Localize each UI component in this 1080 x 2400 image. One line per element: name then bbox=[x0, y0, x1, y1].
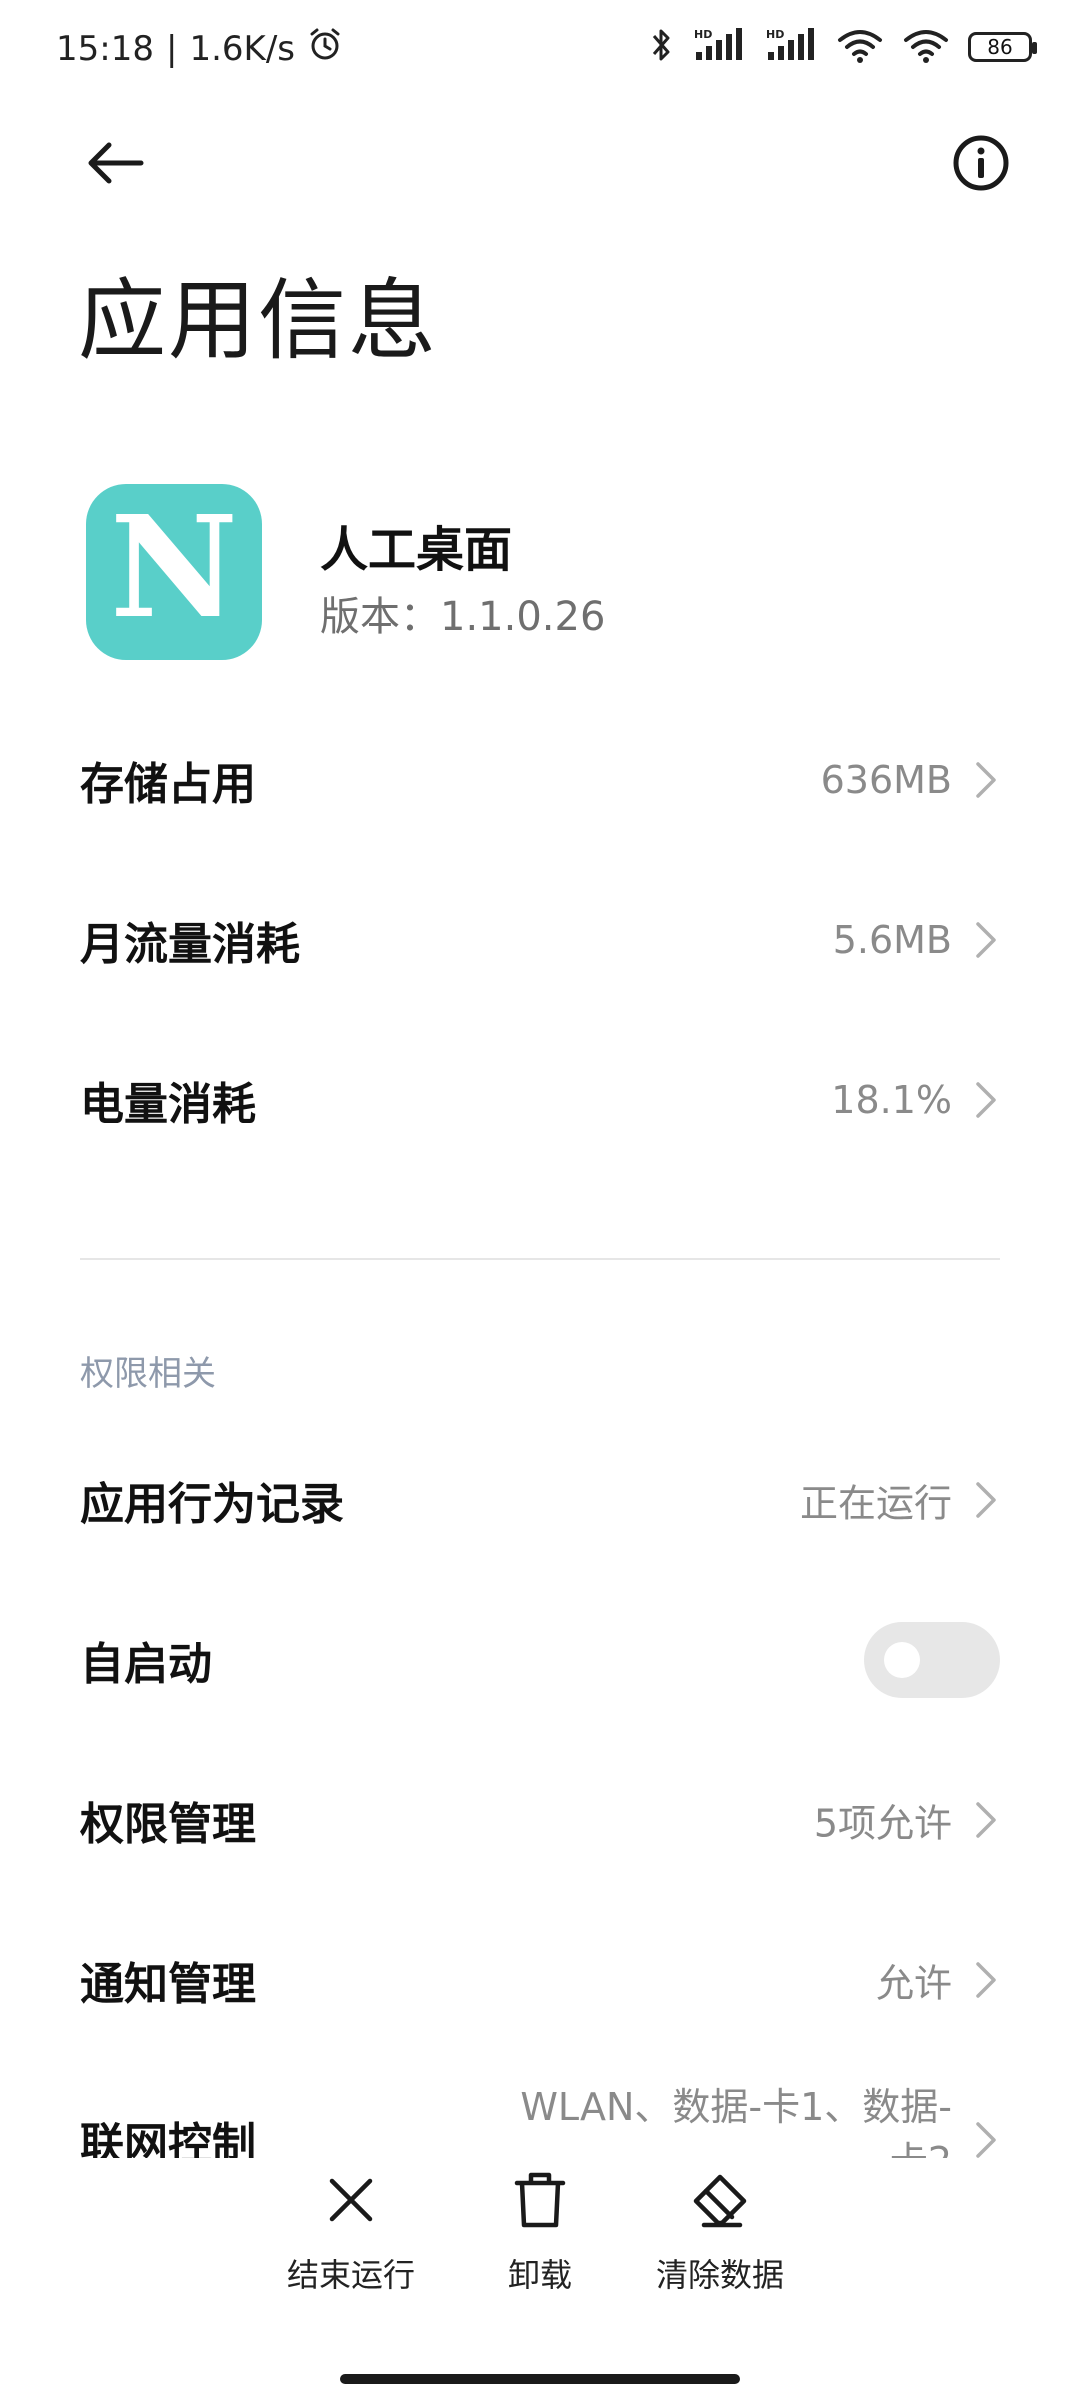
status-right: HD HD 86 bbox=[650, 26, 1037, 68]
battery-icon: 86 bbox=[968, 32, 1037, 62]
row-label: 权限管理 bbox=[80, 1799, 256, 1850]
clear-data-button[interactable]: 清除数据 bbox=[620, 2168, 820, 2308]
row-value: 18.1% bbox=[831, 1078, 952, 1122]
app-name: 人工桌面 bbox=[320, 522, 513, 578]
toggle-knob bbox=[884, 1642, 920, 1678]
back-button[interactable] bbox=[70, 120, 160, 210]
signal-hd-icon: HD bbox=[764, 26, 818, 68]
chevron-right-icon bbox=[976, 922, 996, 958]
info-button[interactable] bbox=[936, 120, 1026, 210]
topbar bbox=[0, 110, 1080, 210]
wifi-icon bbox=[902, 26, 950, 68]
uninstall-button[interactable]: 卸载 bbox=[440, 2168, 640, 2308]
status-left: 15:18 | 1.6K/s bbox=[56, 26, 343, 71]
eraser-icon bbox=[688, 2168, 752, 2232]
chevron-right-icon bbox=[976, 1082, 996, 1118]
row-value: 5项允许 bbox=[813, 1801, 952, 1846]
chevron-right-icon bbox=[976, 2122, 996, 2158]
action-label: 卸载 bbox=[507, 2256, 572, 2294]
app-version: 版本：1.1.0.26 bbox=[320, 594, 606, 640]
row-label: 电量消耗 bbox=[80, 1079, 256, 1130]
app-behavior-row[interactable]: 应用行为记录 正在运行 bbox=[80, 1440, 1000, 1560]
home-indicator[interactable] bbox=[340, 2374, 740, 2384]
data-usage-row[interactable]: 月流量消耗 5.6MB bbox=[80, 880, 1000, 1000]
svg-text:HD: HD bbox=[766, 28, 784, 41]
chevron-right-icon bbox=[976, 762, 996, 798]
row-value: WLAN、数据-卡1、数据-卡2 bbox=[520, 2085, 952, 2158]
bluetooth-icon bbox=[650, 26, 674, 68]
status-time: 15:18 bbox=[56, 28, 154, 69]
force-stop-button[interactable]: 结束运行 bbox=[251, 2168, 451, 2308]
row-value: 正在运行 bbox=[799, 1481, 952, 1526]
row-value: 允许 bbox=[875, 1961, 952, 2006]
signal-hd-icon: HD bbox=[692, 26, 746, 68]
row-label: 通知管理 bbox=[80, 1959, 256, 2010]
action-label: 结束运行 bbox=[286, 2256, 415, 2294]
row-label: 应用行为记录 bbox=[80, 1479, 344, 1530]
notification-management-row[interactable]: 通知管理 允许 bbox=[80, 1920, 1000, 2040]
status-bar: 15:18 | 1.6K/s HD HD 86 bbox=[0, 0, 1080, 100]
chevron-right-icon bbox=[976, 1962, 996, 1998]
row-label: 自启动 bbox=[80, 1639, 212, 1690]
storage-row[interactable]: 存储占用 636MB bbox=[80, 720, 1000, 840]
row-label: 联网控制 bbox=[80, 2119, 256, 2158]
trash-icon bbox=[508, 2168, 572, 2232]
chevron-right-icon bbox=[976, 1802, 996, 1838]
back-arrow-icon bbox=[83, 139, 147, 191]
permission-management-row[interactable]: 权限管理 5项允许 bbox=[80, 1760, 1000, 1880]
battery-level: 86 bbox=[987, 35, 1013, 59]
action-label: 清除数据 bbox=[655, 2256, 784, 2294]
network-control-row[interactable]: 联网控制 WLAN、数据-卡1、数据-卡2 bbox=[80, 2080, 1000, 2158]
svg-text:HD: HD bbox=[694, 28, 712, 41]
bottom-action-bar: 结束运行 卸载 清除数据 bbox=[0, 2158, 1080, 2318]
divider bbox=[80, 1258, 1000, 1260]
status-separator: | bbox=[165, 28, 178, 69]
app-icon: N bbox=[86, 484, 262, 660]
row-value: 636MB bbox=[820, 758, 952, 802]
row-label: 存储占用 bbox=[80, 759, 256, 810]
close-icon bbox=[319, 2168, 383, 2232]
row-label: 月流量消耗 bbox=[80, 919, 300, 970]
section-header-permissions: 权限相关 bbox=[80, 1354, 216, 1394]
battery-usage-row[interactable]: 电量消耗 18.1% bbox=[80, 1040, 1000, 1160]
alarm-icon bbox=[307, 26, 343, 71]
wifi-icon bbox=[836, 26, 884, 68]
app-icon-letter: N bbox=[110, 486, 238, 650]
row-value: 5.6MB bbox=[832, 918, 952, 962]
page-title: 应用信息 bbox=[78, 269, 439, 372]
app-header: N 人工桌面 版本：1.1.0.26 bbox=[86, 484, 1006, 664]
chevron-right-icon bbox=[976, 1482, 996, 1518]
autostart-row: 自启动 bbox=[80, 1600, 1000, 1720]
autostart-toggle[interactable] bbox=[864, 1622, 1000, 1698]
status-speed: 1.6K/s bbox=[189, 28, 295, 69]
info-icon bbox=[952, 134, 1010, 196]
